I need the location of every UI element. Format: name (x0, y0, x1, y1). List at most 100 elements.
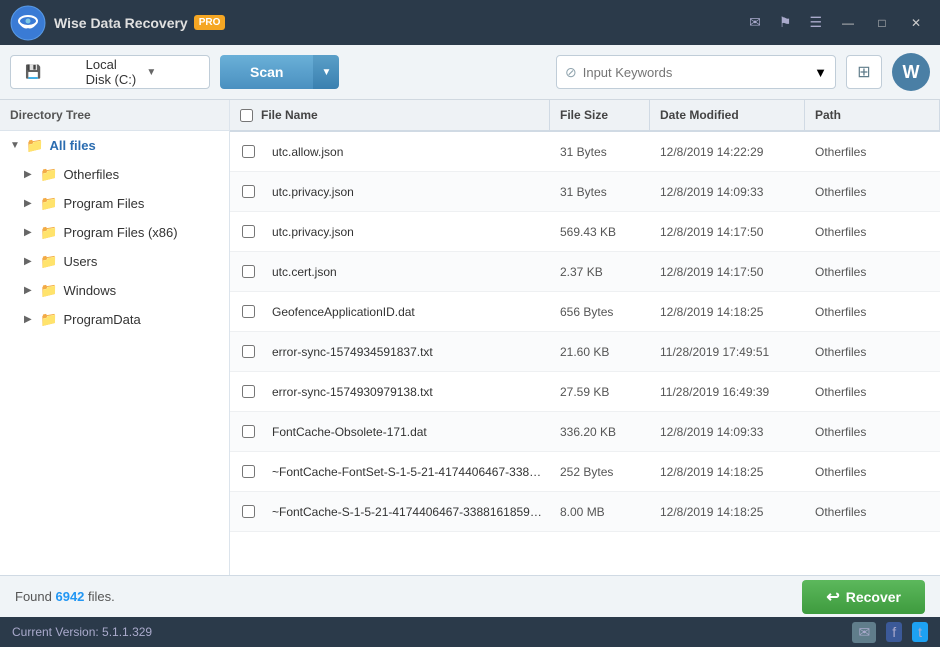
view-toggle-button[interactable]: ⊞ (846, 55, 882, 89)
app-logo (10, 5, 46, 41)
tree-arrow-1: ▶ (24, 169, 40, 180)
row-filename-5: error-sync-1574934591837.txt (266, 345, 550, 359)
row-filename-4: GeofenceApplicationID.dat (266, 305, 550, 319)
drive-select[interactable]: 💾 Local Disk (C:) ▼ (10, 55, 210, 89)
row-date-0: 12/8/2019 14:22:29 (650, 145, 805, 159)
checkbox-7[interactable] (242, 425, 255, 438)
checkbox-0[interactable] (242, 145, 255, 158)
row-date-2: 12/8/2019 14:17:50 (650, 225, 805, 239)
row-path-3: Otherfiles (805, 265, 940, 279)
scan-button[interactable]: Scan (220, 55, 313, 89)
checkbox-8[interactable] (242, 465, 255, 478)
th-filesize: File Size (550, 100, 650, 130)
table-row[interactable]: FontCache-Obsolete-171.dat 336.20 KB 12/… (230, 412, 940, 452)
sidebar-item-all-files[interactable]: ▼📁All files (0, 131, 229, 160)
app-title: Wise Data Recovery (54, 15, 188, 31)
checkbox-3[interactable] (242, 265, 255, 278)
sidebar-item-users[interactable]: ▶📁Users (0, 247, 229, 276)
row-date-9: 12/8/2019 14:18:25 (650, 505, 805, 519)
tree-arrow-0: ▼ (10, 140, 26, 151)
checkbox-4[interactable] (242, 305, 255, 318)
table-row[interactable]: GeofenceApplicationID.dat 656 Bytes 12/8… (230, 292, 940, 332)
recover-button[interactable]: ↩ Recover (802, 580, 925, 614)
row-filename-6: error-sync-1574930979138.txt (266, 385, 550, 399)
tree-arrow-2: ▶ (24, 198, 40, 209)
checkbox-9[interactable] (242, 505, 255, 518)
user-avatar[interactable]: W (892, 53, 930, 91)
sidebar-label-0: All files (49, 138, 95, 153)
table-row[interactable]: ~FontCache-S-1-5-21-4174406467-338816185… (230, 492, 940, 532)
table-row[interactable]: utc.cert.json 2.37 KB 12/8/2019 14:17:50… (230, 252, 940, 292)
status-twitter-icon[interactable]: t (912, 622, 928, 642)
row-checkbox-7[interactable] (230, 425, 266, 438)
table-row[interactable]: error-sync-1574930979138.txt 27.59 KB 11… (230, 372, 940, 412)
sidebar: Directory Tree ▼📁All files▶📁Otherfiles▶📁… (0, 100, 230, 575)
sidebar-item-otherfiles[interactable]: ▶📁 Otherfiles (0, 160, 229, 189)
th-path: Path (805, 100, 940, 130)
row-checkbox-4[interactable] (230, 305, 266, 318)
row-checkbox-5[interactable] (230, 345, 266, 358)
row-checkbox-3[interactable] (230, 265, 266, 278)
th-filename: File Name (230, 100, 550, 130)
row-date-7: 12/8/2019 14:09:33 (650, 425, 805, 439)
scan-dropdown-button[interactable]: ▼ (313, 55, 339, 89)
row-path-1: Otherfiles (805, 185, 940, 199)
found-count: 6942 (55, 589, 84, 604)
search-input[interactable] (583, 65, 814, 80)
close-button[interactable]: ✕ (902, 9, 930, 37)
search-dropdown-arrow: ▼ (814, 65, 827, 80)
row-path-2: Otherfiles (805, 225, 940, 239)
row-path-4: Otherfiles (805, 305, 940, 319)
row-path-9: Otherfiles (805, 505, 940, 519)
row-checkbox-8[interactable] (230, 465, 266, 478)
row-filename-2: utc.privacy.json (266, 225, 550, 239)
checkbox-6[interactable] (242, 385, 255, 398)
maximize-button[interactable]: □ (868, 9, 896, 37)
table-row[interactable]: ~FontCache-FontSet-S-1-5-21-4174406467-3… (230, 452, 940, 492)
row-size-7: 336.20 KB (550, 425, 650, 439)
sidebar-item-program-files-(x86)[interactable]: ▶📁Program Files (x86) (0, 218, 229, 247)
menu-title-icon[interactable]: ☰ (803, 10, 828, 35)
row-filename-8: ~FontCache-FontSet-S-1-5-21-4174406467-3… (266, 465, 550, 479)
folder-icon-3: 📁 (40, 224, 57, 241)
row-date-4: 12/8/2019 14:18:25 (650, 305, 805, 319)
search-icon: ⊘ (565, 64, 577, 81)
row-filename-7: FontCache-Obsolete-171.dat (266, 425, 550, 439)
row-size-3: 2.37 KB (550, 265, 650, 279)
row-date-3: 12/8/2019 14:17:50 (650, 265, 805, 279)
sidebar-item-windows[interactable]: ▶📁Windows (0, 276, 229, 305)
mail-title-icon[interactable]: ✉ (743, 10, 767, 35)
sidebar-label-1: Otherfiles (63, 167, 119, 182)
row-path-0: Otherfiles (805, 145, 940, 159)
row-checkbox-2[interactable] (230, 225, 266, 238)
table-row[interactable]: utc.privacy.json 31 Bytes 12/8/2019 14:0… (230, 172, 940, 212)
th-date: Date Modified (650, 100, 805, 130)
table-row[interactable]: utc.allow.json 31 Bytes 12/8/2019 14:22:… (230, 132, 940, 172)
row-checkbox-1[interactable] (230, 185, 266, 198)
sidebar-label-4: Users (63, 254, 97, 269)
version-text: Current Version: 5.1.1.329 (12, 625, 152, 639)
folder-icon-5: 📁 (40, 282, 57, 299)
sidebar-item-programdata[interactable]: ▶📁ProgramData (0, 305, 229, 334)
row-checkbox-0[interactable] (230, 145, 266, 158)
table-row[interactable]: utc.privacy.json 569.43 KB 12/8/2019 14:… (230, 212, 940, 252)
row-checkbox-6[interactable] (230, 385, 266, 398)
checkbox-5[interactable] (242, 345, 255, 358)
row-size-1: 31 Bytes (550, 185, 650, 199)
table-row[interactable]: error-sync-1574934591837.txt 21.60 KB 11… (230, 332, 940, 372)
flag-title-icon[interactable]: ⚑ (773, 10, 798, 35)
tree-arrow-3: ▶ (24, 227, 40, 238)
checkbox-2[interactable] (242, 225, 255, 238)
status-bar: Current Version: 5.1.1.329 ✉ f t (0, 617, 940, 647)
file-list: utc.allow.json 31 Bytes 12/8/2019 14:22:… (230, 132, 940, 575)
status-facebook-icon[interactable]: f (886, 622, 902, 642)
checkbox-1[interactable] (242, 185, 255, 198)
select-all-checkbox[interactable] (240, 109, 253, 122)
file-area: File Name File Size Date Modified Path u… (230, 100, 940, 575)
row-path-5: Otherfiles (805, 345, 940, 359)
drive-label: Local Disk (C:) (86, 57, 141, 87)
sidebar-item-program-files[interactable]: ▶📁Program Files (0, 189, 229, 218)
row-checkbox-9[interactable] (230, 505, 266, 518)
folder-icon-1: 📁 (40, 166, 57, 183)
minimize-button[interactable]: — (834, 9, 862, 37)
